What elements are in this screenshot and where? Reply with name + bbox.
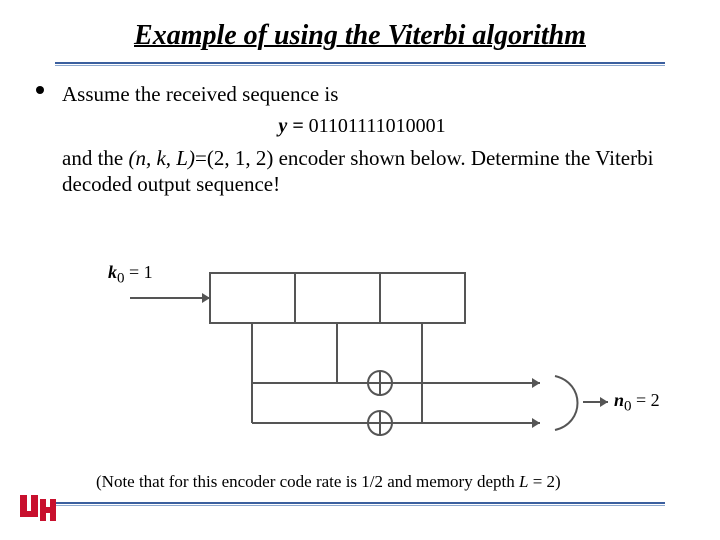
- p2-pre: and the: [62, 146, 128, 170]
- note-post: = 2): [528, 472, 560, 491]
- slide-body: Assume the received sequence is y = 0110…: [40, 82, 684, 197]
- bullet-paragraph-1: Assume the received sequence is: [40, 82, 684, 108]
- divider-bottom: [55, 502, 665, 506]
- equation-value: 01101111010001: [309, 115, 446, 137]
- output-label: n0 = 2: [614, 390, 660, 416]
- input-label-val: = 1: [125, 262, 153, 282]
- input-label-var: k: [108, 262, 117, 282]
- input-label-sub: 0: [117, 271, 125, 287]
- p2-nkl: (n, k, L): [128, 146, 195, 170]
- uh-logo-icon: [18, 491, 58, 530]
- output-label-val: = 2: [632, 390, 660, 410]
- encoder-diagram: k0 = 1 n0 = 2: [0, 238, 720, 458]
- equation-line: y = 01101111010001: [40, 114, 684, 138]
- bullet-1-text: Assume the received sequence is: [62, 82, 338, 106]
- equation-prefix: y =: [278, 115, 308, 137]
- slide-title: Example of using the Viterbi algorithm: [0, 0, 720, 52]
- footnote: (Note that for this encoder code rate is…: [96, 472, 561, 492]
- bullet-dot-icon: [36, 86, 44, 94]
- paragraph-2: and the (n, k, L)=(2, 1, 2) encoder show…: [40, 146, 684, 197]
- input-label: k0 = 1: [108, 262, 153, 288]
- output-label-sub: 0: [624, 399, 632, 415]
- output-label-var: n: [614, 390, 624, 410]
- note-pre: (Note that for this encoder code rate is…: [96, 472, 519, 491]
- slide: Example of using the Viterbi algorithm A…: [0, 0, 720, 540]
